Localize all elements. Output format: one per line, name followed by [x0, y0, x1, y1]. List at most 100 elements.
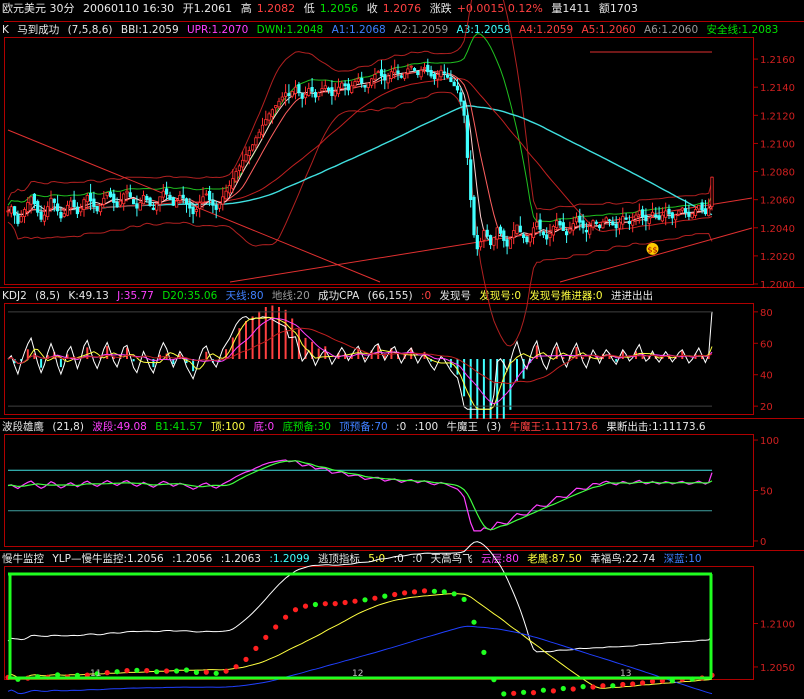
candle-body: [379, 69, 384, 77]
candle-body: [677, 210, 681, 215]
candle-body: [650, 211, 655, 216]
candle-body: [283, 92, 288, 97]
candle-body: [158, 196, 162, 205]
candle-body: [145, 195, 149, 201]
wave-axis-label: 100: [760, 436, 779, 447]
bull-dot: [372, 595, 378, 601]
bull-dot: [501, 691, 507, 697]
candle-body: [429, 70, 433, 77]
candle-body: [204, 193, 208, 196]
bull-dot: [620, 681, 626, 688]
candle-body: [326, 87, 331, 91]
bull-dot: [213, 670, 219, 676]
candle-body: [601, 221, 605, 229]
candle-body: [485, 229, 489, 237]
bull-dot: [312, 601, 318, 608]
candle-body: [402, 72, 407, 79]
candle-body: [122, 193, 126, 205]
candle-body: [141, 194, 146, 205]
price-axis-label: 1.2000: [760, 280, 795, 291]
candle-body: [128, 192, 132, 198]
candle-body: [498, 226, 503, 234]
candle-body: [664, 210, 668, 218]
bull-dot: [253, 645, 259, 652]
candle-body: [459, 92, 463, 102]
candle-body: [307, 88, 311, 96]
candle-body: [657, 215, 661, 220]
candle-body: [29, 196, 33, 205]
candle-body: [462, 100, 466, 116]
date-mark: 12: [352, 669, 363, 679]
candle-body: [505, 239, 509, 247]
candle-body: [227, 185, 231, 194]
candle-body: [56, 203, 60, 212]
candle-body: [710, 176, 714, 207]
candle-body: [693, 209, 698, 216]
candle-body: [528, 234, 532, 243]
candle-body: [515, 224, 519, 234]
date-mark: 13: [620, 669, 631, 679]
candle-body: [472, 196, 476, 236]
candle-body: [525, 236, 529, 243]
bull-dot: [461, 596, 467, 603]
price-axis-label: 1.2160: [760, 55, 795, 66]
candle-body: [492, 237, 496, 246]
candle-body: [221, 196, 225, 205]
candle-body: [366, 82, 370, 88]
candle-body: [548, 232, 552, 238]
bull-dot: [590, 684, 596, 690]
bull-dot: [560, 685, 566, 692]
candle-body: [207, 190, 212, 201]
candle-body: [363, 84, 367, 88]
kdj-k-line: [7, 311, 713, 410]
candle-body: [214, 204, 218, 210]
candle-body: [356, 78, 360, 82]
candle-body: [95, 205, 99, 212]
candle-body: [102, 197, 106, 205]
candle-body: [343, 83, 347, 87]
candle-body: [389, 71, 394, 79]
candle-body: [512, 230, 516, 239]
candle-body: [478, 241, 483, 248]
candle-body: [561, 222, 565, 232]
candle-body: [320, 88, 324, 92]
candle-body: [264, 119, 268, 126]
candle-body: [442, 71, 446, 74]
candle-body: [660, 214, 665, 222]
candle-body: [290, 91, 294, 97]
candle-body: [39, 211, 43, 220]
bull-dot: [352, 598, 358, 604]
bull-dot: [193, 669, 199, 676]
price-axis-label: 1.2060: [760, 196, 795, 207]
candle-body: [373, 74, 377, 80]
candle-body: [178, 194, 182, 201]
candle-body: [300, 93, 304, 99]
candle-body: [416, 70, 420, 76]
bull-dot: [540, 687, 547, 693]
kdj-axis-label: 60: [760, 339, 773, 350]
candle-body: [346, 83, 351, 91]
candle-body: [700, 202, 704, 210]
candle-body: [452, 81, 456, 87]
candle-body: [627, 220, 632, 224]
bull-dot: [402, 590, 408, 596]
bull-dot: [342, 599, 348, 606]
candle-body: [98, 204, 103, 213]
chart-canvas[interactable]: $$ 1.2160 1.2140 1.2120 1.2100 1.2080 1.2060 1…: [0, 0, 804, 699]
candle-body: [277, 100, 281, 108]
bull-dot: [392, 591, 398, 598]
candle-body: [621, 216, 625, 225]
candle-body: [647, 217, 651, 224]
bull-dot: [649, 678, 656, 685]
candle-body: [641, 209, 645, 217]
candle-body: [674, 214, 678, 221]
candle-body: [624, 217, 628, 220]
candle-body: [360, 77, 364, 84]
candle-body: [65, 204, 70, 216]
candle-body: [432, 74, 437, 80]
bull-panel-frame: [4, 566, 754, 680]
wave-axis-label: 0: [760, 537, 766, 548]
candle-body: [495, 227, 499, 240]
candle-body: [558, 220, 562, 226]
candle-body: [46, 206, 50, 217]
